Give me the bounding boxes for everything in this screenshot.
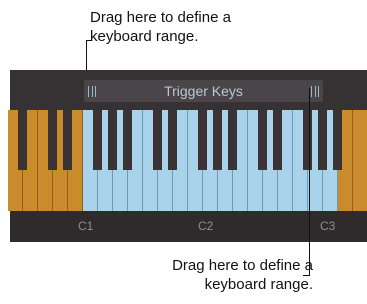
- black-key[interactable]: [168, 110, 177, 170]
- white-key[interactable]: [353, 110, 367, 211]
- black-key[interactable]: [198, 110, 207, 170]
- black-key[interactable]: [303, 110, 312, 170]
- black-key[interactable]: [213, 110, 222, 170]
- black-key[interactable]: [108, 110, 117, 170]
- octave-label-strip: C1 C2 C3: [10, 211, 367, 242]
- black-key[interactable]: [333, 110, 342, 170]
- bottom-leader-line: [309, 88, 310, 276]
- black-key[interactable]: [228, 110, 237, 170]
- black-key[interactable]: [18, 110, 27, 170]
- trigger-keys-panel: Trigger Keys C1 C2 C3: [8, 70, 367, 242]
- black-key[interactable]: [318, 110, 327, 170]
- octave-label-c2: C2: [198, 219, 214, 233]
- keyboard[interactable]: [8, 110, 367, 211]
- trigger-keys-range-bar[interactable]: Trigger Keys: [84, 80, 323, 102]
- black-key[interactable]: [48, 110, 57, 170]
- octave-label-c1: C1: [78, 219, 94, 233]
- bottom-callout-line1: Drag here to define a: [172, 257, 313, 274]
- top-callout: Drag here to define a keyboard range.: [90, 8, 360, 46]
- top-callout-line1: Drag here to define a: [90, 9, 231, 26]
- top-leader-tick: [86, 40, 91, 41]
- black-key[interactable]: [258, 110, 267, 170]
- bottom-callout: Drag here to define a keyboard range.: [118, 256, 313, 294]
- range-bar-title: Trigger Keys: [164, 83, 243, 99]
- top-callout-line2: keyboard range.: [90, 28, 199, 45]
- black-key[interactable]: [63, 110, 72, 170]
- black-key[interactable]: [273, 110, 282, 170]
- black-key[interactable]: [153, 110, 162, 170]
- right-range-handle[interactable]: [311, 86, 319, 97]
- octave-label-c3: C3: [320, 219, 336, 233]
- bottom-callout-line2: keyboard range.: [204, 276, 313, 293]
- black-key[interactable]: [93, 110, 102, 170]
- black-key[interactable]: [123, 110, 132, 170]
